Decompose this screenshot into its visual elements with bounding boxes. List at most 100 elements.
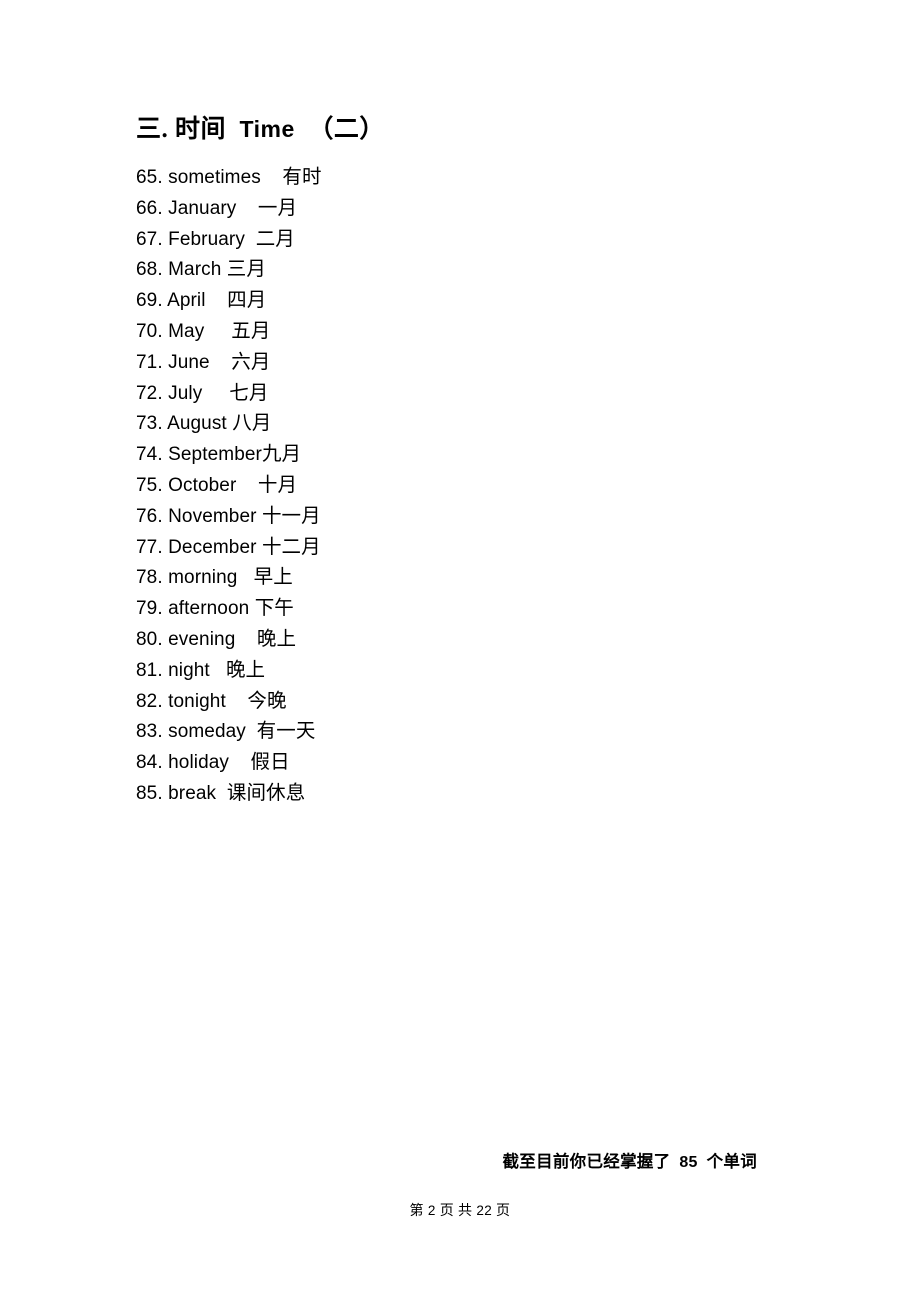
vocab-english: February (168, 228, 245, 250)
vocab-english: night (168, 659, 210, 681)
vocab-chinese: 四月 (227, 290, 267, 312)
vocab-english: September (168, 444, 262, 466)
vocab-english: January (168, 197, 237, 219)
vocab-chinese: 一月 (257, 197, 298, 219)
document-page: 三. 时间 Time （二） 65. sometimes 有时 66. Janu… (0, 0, 920, 1302)
mastery-note-suffix: 个单词 (706, 1152, 757, 1171)
vocab-number: 84. (136, 752, 163, 774)
vocab-row: 79. afternoon 下午 (136, 594, 756, 625)
footer-current-page: 2 (427, 1203, 436, 1218)
heading-space-3 (295, 116, 309, 143)
vocab-chinese: 课间休息 (226, 782, 306, 804)
vocab-chinese: 晚上 (225, 659, 266, 681)
vocab-english: August (167, 413, 227, 435)
vocab-row: 74. September九月 (136, 440, 756, 471)
vocab-number: 78. (136, 567, 163, 589)
vocab-row: 76. November 十一月 (136, 502, 756, 533)
footer-label-page-2: 页 (496, 1204, 511, 1219)
vocab-number: 76. (136, 505, 163, 527)
vocab-number: 79. (136, 598, 163, 620)
vocab-row: 78. morning 早上 (136, 563, 756, 594)
vocab-row: 66. January 一月 (136, 194, 756, 225)
vocab-row: 84. holiday 假日 (136, 748, 756, 779)
vocab-english: April (167, 290, 206, 312)
vocab-chinese: 十二月 (261, 536, 321, 558)
vocab-number: 68. (136, 259, 163, 281)
vocab-row: 72. July 七月 (136, 379, 756, 410)
vocab-gap (229, 752, 251, 773)
vocab-number: 67. (136, 228, 163, 250)
vocab-gap (245, 229, 256, 250)
vocab-row: 67. February 二月 (136, 225, 756, 256)
vocab-gap (246, 721, 257, 742)
vocab-number: 83. (136, 721, 163, 743)
vocab-number: 80. (136, 628, 163, 650)
vocab-english: December (168, 536, 257, 558)
vocab-row: 69. April 四月 (136, 286, 756, 317)
heading-title-en: Time (239, 116, 295, 142)
vocab-number: 77. (136, 536, 163, 558)
mastery-note-space-1 (670, 1152, 679, 1171)
vocab-english: morning (168, 567, 238, 589)
vocab-english: June (168, 351, 210, 373)
vocab-chinese: 二月 (255, 228, 295, 250)
vocab-chinese: 有时 (282, 167, 322, 188)
vocab-english: someday (168, 721, 246, 743)
vocab-row: 75. October 十月 (136, 471, 756, 502)
vocab-chinese: 七月 (229, 382, 269, 404)
vocab-gap (235, 629, 257, 650)
vocab-gap (206, 290, 228, 311)
mastery-note-count: 85 (679, 1154, 698, 1171)
vocabulary-list: 65. sometimes 有时 66. January 一月 67. Febr… (136, 163, 756, 810)
vocab-english: evening (168, 628, 236, 650)
vocab-chinese: 三月 (226, 259, 266, 281)
vocab-chinese: 早上 (253, 567, 293, 589)
footer-total-pages: 22 (476, 1203, 493, 1218)
heading-space-1 (168, 116, 175, 143)
heading-part: （二） (308, 116, 385, 143)
vocab-gap (210, 660, 226, 681)
vocab-row: 73. August 八月 (136, 409, 756, 440)
vocab-english: afternoon (168, 598, 250, 620)
vocab-english: October (168, 474, 237, 496)
vocab-gap (202, 383, 229, 404)
vocab-chinese: 五月 (231, 320, 271, 342)
vocab-number: 65. (136, 167, 163, 188)
vocab-number: 85. (136, 782, 163, 804)
section-heading: 三. 时间 Time （二） (136, 117, 385, 142)
vocab-row: 68. March 三月 (136, 255, 756, 286)
vocab-number: 81. (136, 659, 163, 681)
vocab-row: 82. tonight 今晚 (136, 687, 756, 718)
vocab-chinese: 十月 (257, 474, 298, 496)
vocab-english: March (168, 259, 222, 281)
page-number-footer: 第 2 页 共 22 页 (0, 1200, 920, 1220)
vocab-number: 69. (136, 290, 163, 312)
vocab-chinese: 晚上 (256, 628, 297, 650)
vocab-chinese: 九月 (261, 444, 302, 466)
vocab-number: 70. (136, 320, 163, 342)
footer-label-total: 共 (458, 1204, 473, 1219)
vocab-number: 75. (136, 474, 163, 496)
vocab-row: 71. June 六月 (136, 348, 756, 379)
vocab-number: 72. (136, 382, 163, 404)
vocab-row: 70. May 五月 (136, 317, 756, 348)
vocab-row: 65. sometimes 有时 (136, 163, 756, 194)
vocab-gap (216, 783, 227, 804)
vocab-chinese: 六月 (231, 351, 271, 373)
vocab-gap (226, 691, 248, 712)
vocab-english: break (168, 782, 217, 804)
heading-title-zh: 时间 (175, 116, 227, 143)
footer-label-first: 第 (409, 1204, 424, 1219)
vocab-chinese: 有一天 (256, 721, 316, 743)
mastery-note-prefix: 截至目前你已经掌握了 (502, 1152, 671, 1171)
vocab-number: 73. (136, 413, 163, 435)
vocab-chinese: 十一月 (261, 505, 321, 527)
vocab-english: holiday (168, 752, 230, 774)
vocab-gap (237, 567, 253, 588)
vocab-english: July (168, 382, 203, 404)
vocab-chinese: 今晚 (247, 690, 287, 712)
vocab-chinese: 八月 (232, 413, 272, 435)
vocab-english: sometimes (168, 167, 261, 188)
vocab-row: 83. someday 有一天 (136, 717, 756, 748)
vocab-row: 80. evening 晚上 (136, 625, 756, 656)
